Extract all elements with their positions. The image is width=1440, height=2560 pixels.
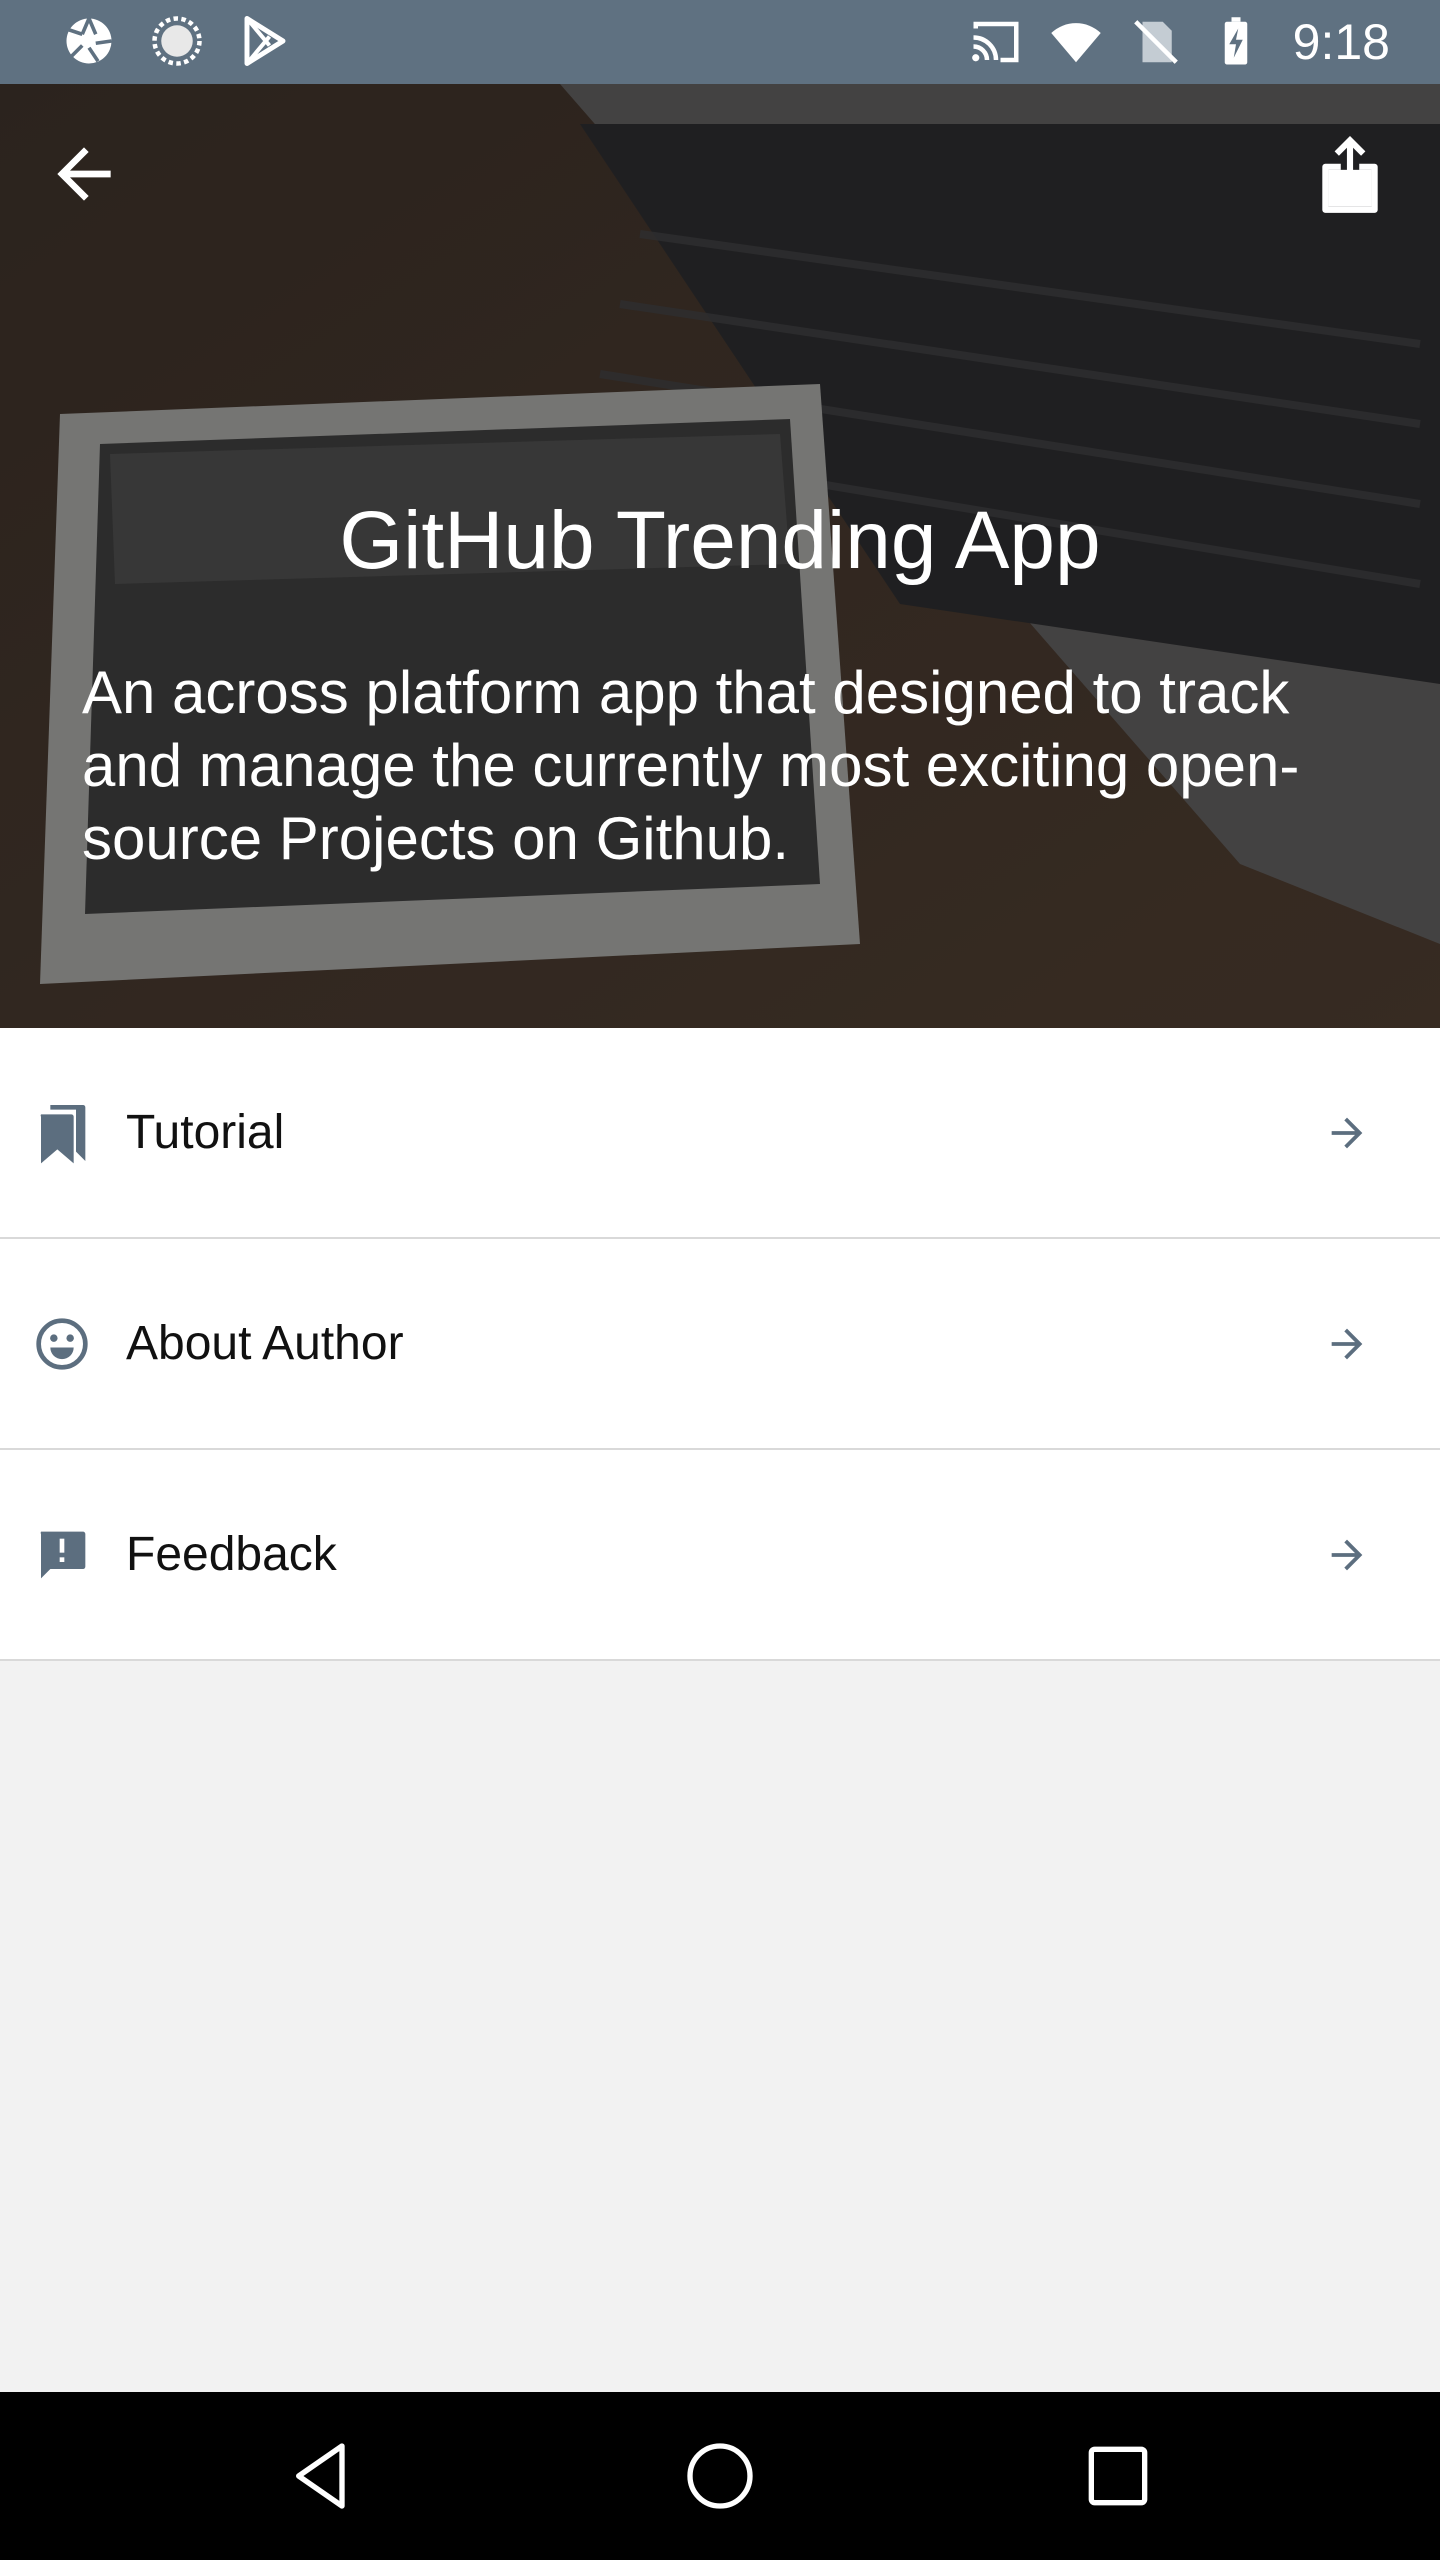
battery-charging-icon bbox=[1224, 17, 1247, 65]
home-circle-icon[interactable] bbox=[680, 2436, 760, 2516]
play-store-icon bbox=[244, 16, 286, 66]
smiley-icon bbox=[36, 1318, 88, 1370]
arrow-right-icon bbox=[1331, 1539, 1363, 1571]
aperture-icon bbox=[66, 17, 112, 64]
menu-item-label: Feedback bbox=[126, 1528, 337, 1581]
back-arrow-icon[interactable] bbox=[44, 134, 124, 214]
about-menu-list: Tutorial About Author Feedback bbox=[0, 1028, 1440, 1661]
no-sim-icon bbox=[1133, 20, 1178, 64]
feedback-icon bbox=[40, 1531, 86, 1579]
menu-item-about-author[interactable]: About Author bbox=[0, 1239, 1440, 1450]
back-triangle-icon[interactable] bbox=[282, 2436, 362, 2516]
menu-item-label: Tutorial bbox=[126, 1106, 285, 1159]
share-icon[interactable] bbox=[1318, 136, 1382, 216]
status-time: 9:18 bbox=[1292, 14, 1390, 70]
system-nav-bar bbox=[0, 2392, 1440, 2560]
hero-header: GitHub Trending App An across platform a… bbox=[0, 84, 1440, 1028]
recents-square-icon[interactable] bbox=[1078, 2436, 1158, 2516]
menu-item-label: About Author bbox=[126, 1317, 404, 1370]
status-right-icons: 9:18 bbox=[969, 10, 1390, 74]
sync-icon bbox=[152, 16, 202, 66]
cast-icon bbox=[971, 21, 1019, 63]
arrow-right-icon bbox=[1331, 1117, 1363, 1149]
menu-item-feedback[interactable]: Feedback bbox=[0, 1450, 1440, 1661]
app-description: An across platform app that designed to … bbox=[82, 659, 1300, 872]
arrow-right-icon bbox=[1331, 1328, 1363, 1360]
status-left-icons bbox=[62, 14, 292, 68]
menu-item-tutorial[interactable]: Tutorial bbox=[0, 1028, 1440, 1239]
wifi-icon bbox=[1050, 23, 1101, 63]
app-title: GitHub Trending App bbox=[339, 495, 1101, 586]
bookmarks-icon bbox=[40, 1105, 86, 1164]
status-bar: 9:18 bbox=[0, 0, 1440, 84]
